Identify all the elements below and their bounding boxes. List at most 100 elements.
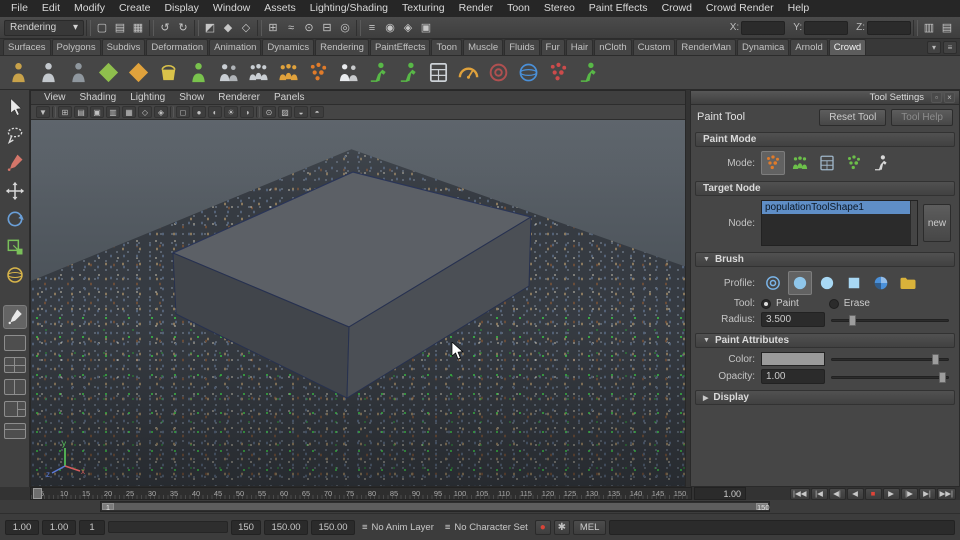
brush-gaussian-icon[interactable] bbox=[761, 271, 785, 295]
range-end-handle[interactable]: 150 bbox=[756, 503, 770, 512]
select-object-icon[interactable]: ◆ bbox=[219, 19, 237, 37]
play-backwards-button[interactable]: ◀ bbox=[846, 487, 864, 500]
shelf-tab[interactable]: Crowd bbox=[828, 39, 867, 55]
menu-item[interactable]: Stereo bbox=[537, 0, 582, 17]
shelf-tab[interactable]: nCloth bbox=[594, 39, 632, 55]
tool-help-button[interactable]: Tool Help bbox=[891, 108, 953, 126]
menu-item[interactable]: Toon bbox=[500, 0, 537, 17]
shelf-tab[interactable]: Dynamica bbox=[737, 39, 790, 55]
scene-box[interactable] bbox=[31, 120, 685, 486]
auto-keyframe-button[interactable]: ● bbox=[534, 519, 551, 535]
shelf-tab[interactable]: Animation bbox=[209, 39, 262, 55]
make-live-icon[interactable]: ◎ bbox=[336, 19, 354, 37]
shelf-tab[interactable]: Dynamics bbox=[262, 39, 315, 55]
paint-mode-ball-icon[interactable] bbox=[869, 151, 893, 175]
shelf-tab[interactable]: Toon bbox=[431, 39, 463, 55]
new-scene-icon[interactable]: ▢ bbox=[93, 19, 111, 37]
playback-start-field[interactable]: 1.00 bbox=[42, 519, 76, 535]
render-settings-icon[interactable]: ▣ bbox=[417, 19, 435, 37]
divider[interactable] bbox=[194, 19, 199, 36]
brush-solid-icon[interactable] bbox=[815, 271, 839, 295]
snap-point-icon[interactable]: ⊙ bbox=[300, 19, 318, 37]
shelf-tab[interactable]: Deformation bbox=[146, 39, 209, 55]
render-current-icon[interactable]: ◉ bbox=[381, 19, 399, 37]
menu-item[interactable]: Render bbox=[452, 0, 500, 17]
anim-layer-menu[interactable]: ≡ No Anim Layer bbox=[358, 522, 438, 533]
dots-sphere-icon[interactable] bbox=[305, 59, 332, 86]
snap-curve-icon[interactable]: ≈ bbox=[282, 19, 300, 37]
paint-mode-place-icon[interactable] bbox=[761, 151, 785, 175]
burst-icon[interactable] bbox=[545, 59, 572, 86]
calc-sheet-icon[interactable] bbox=[425, 59, 452, 86]
panel-menu-item[interactable]: Renderer bbox=[211, 92, 267, 103]
runner-icon[interactable] bbox=[395, 59, 422, 86]
paint-radio[interactable]: Paint bbox=[761, 298, 799, 309]
rotate-tool-icon[interactable] bbox=[3, 207, 27, 231]
menu-item[interactable]: Display bbox=[157, 0, 205, 17]
film-gate-icon[interactable]: ▤ bbox=[74, 106, 88, 118]
layout-top-bottom-button[interactable] bbox=[3, 423, 26, 439]
playback-end-field[interactable]: 150.00 bbox=[264, 519, 308, 535]
shelf-tab[interactable]: Fur bbox=[540, 39, 565, 55]
z-coordinate-field[interactable] bbox=[867, 20, 911, 35]
section-header-paint-mode[interactable]: Paint Mode bbox=[695, 132, 955, 147]
reset-tool-button[interactable]: Reset Tool bbox=[819, 108, 887, 126]
universal-manip-tool-icon[interactable] bbox=[3, 263, 27, 287]
shelf-tab[interactable]: Polygons bbox=[51, 39, 101, 55]
ground-diamond-icon[interactable] bbox=[125, 59, 152, 86]
terrain-diamond-icon[interactable] bbox=[95, 59, 122, 86]
shelf-tab[interactable]: Subdivs bbox=[101, 39, 146, 55]
shelf-tab[interactable]: Surfaces bbox=[3, 39, 51, 55]
viewport-canvas[interactable]: y x z bbox=[31, 120, 685, 486]
play-forwards-button[interactable]: ▶ bbox=[882, 487, 900, 500]
radius-field[interactable]: 3.500 bbox=[761, 312, 825, 327]
layout-four-pane-button[interactable] bbox=[3, 357, 26, 373]
redo-icon[interactable]: ↻ bbox=[174, 19, 192, 37]
slider-handle[interactable] bbox=[931, 354, 939, 365]
menu-set-selector[interactable]: Rendering ▾ bbox=[4, 19, 84, 36]
section-header-paint-attributes[interactable]: ▼ Paint Attributes bbox=[695, 333, 955, 348]
step-fwd-frame-button[interactable]: |▶ bbox=[900, 487, 918, 500]
wireframe-icon[interactable]: ◻ bbox=[176, 106, 190, 118]
sphere-orbit-icon[interactable] bbox=[515, 59, 542, 86]
walker-icon[interactable] bbox=[365, 59, 392, 86]
entity-green-icon[interactable] bbox=[185, 59, 212, 86]
current-tool-paint-icon[interactable] bbox=[2, 305, 27, 329]
crowd-character-icon[interactable] bbox=[35, 59, 62, 86]
people-pair-icon[interactable] bbox=[215, 59, 242, 86]
menu-item[interactable]: Texturing bbox=[395, 0, 452, 17]
go-to-end-button[interactable]: ▶▶| bbox=[936, 487, 956, 500]
textured-icon[interactable]: ◐ bbox=[208, 106, 222, 118]
show-sidebar-icon[interactable]: ▥ bbox=[920, 19, 938, 37]
menu-item[interactable]: Paint Effects bbox=[582, 0, 655, 17]
anim-start-field[interactable]: 1.00 bbox=[5, 519, 39, 535]
people-group-icon[interactable] bbox=[245, 59, 272, 86]
paint-mode-table-icon[interactable] bbox=[815, 151, 839, 175]
shelf-editor-icon[interactable]: ≡ bbox=[943, 41, 957, 54]
menu-item[interactable]: Edit bbox=[35, 0, 67, 17]
mel-toggle-button[interactable]: MEL bbox=[572, 519, 607, 535]
field-chart-icon[interactable]: ▦ bbox=[122, 106, 136, 118]
step-fwd-key-button[interactable]: ▶| bbox=[918, 487, 936, 500]
menu-item[interactable]: Assets bbox=[257, 0, 303, 17]
menu-item[interactable]: File bbox=[4, 0, 35, 17]
select-component-icon[interactable]: ◇ bbox=[237, 19, 255, 37]
divider[interactable] bbox=[170, 106, 174, 118]
menu-item[interactable]: Crowd Render bbox=[699, 0, 781, 17]
close-icon[interactable]: × bbox=[944, 92, 955, 103]
divider[interactable] bbox=[256, 106, 260, 118]
shelf-tab[interactable]: Muscle bbox=[463, 39, 504, 55]
section-header-target-node[interactable]: Target Node bbox=[695, 181, 955, 196]
panel-menu-item[interactable]: Panels bbox=[267, 92, 312, 103]
gamma-icon[interactable]: ◓ bbox=[310, 106, 324, 118]
panel-menu-item[interactable]: View bbox=[37, 92, 73, 103]
menu-item[interactable]: Modify bbox=[67, 0, 112, 17]
browse-folder-icon[interactable] bbox=[896, 271, 920, 295]
time-slider[interactable]: 5101520253035404550556065707580859095100… bbox=[30, 487, 692, 500]
current-time-field[interactable]: 1.00 bbox=[694, 487, 746, 500]
node-list[interactable]: populationToolShape1 bbox=[761, 200, 918, 246]
character-set-menu[interactable]: ≡ No Character Set bbox=[441, 522, 532, 533]
opacity-field[interactable]: 1.00 bbox=[761, 369, 825, 384]
range-end-field[interactable]: 150 bbox=[231, 519, 261, 535]
section-header-brush[interactable]: ▼ Brush bbox=[695, 252, 955, 267]
